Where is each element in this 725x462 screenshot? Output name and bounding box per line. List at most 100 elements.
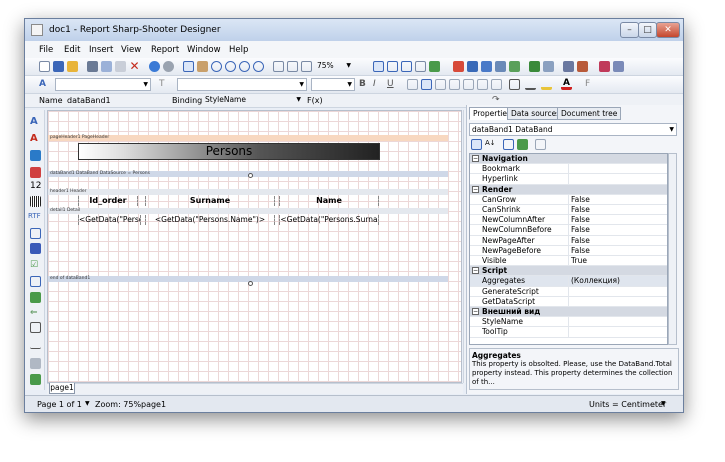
tree-icon[interactable] <box>429 61 440 72</box>
title-text[interactable]: Persons <box>78 143 380 160</box>
align-center-icon[interactable] <box>421 79 432 90</box>
font-combo[interactable]: ▼ <box>177 78 307 91</box>
property-grid[interactable]: − Navigation Bookmark Hyperlink − Render CanGr… <box>469 153 668 345</box>
crosstab-tool-icon[interactable] <box>30 228 41 239</box>
bold-icon[interactable]: B <box>359 79 370 90</box>
valign-top-icon[interactable] <box>463 79 474 90</box>
property-row[interactable]: CanGrow False <box>470 194 667 205</box>
property-row[interactable]: NewColumnBefore False <box>470 225 667 236</box>
tab-data-sources[interactable]: Data sources <box>507 107 565 120</box>
cut-icon[interactable] <box>87 61 98 72</box>
hand-icon[interactable] <box>197 61 208 72</box>
property-value[interactable]: (Коллекция) <box>568 276 667 287</box>
style-icon[interactable] <box>599 61 610 72</box>
property-category[interactable]: − Внешний вид <box>470 307 667 318</box>
zoom-out-icon[interactable] <box>239 61 250 72</box>
more-tools-icon[interactable] <box>30 358 41 369</box>
zoom-page-icon[interactable] <box>253 61 264 72</box>
script-icon[interactable] <box>509 61 520 72</box>
property-category[interactable]: − Navigation <box>470 154 667 165</box>
collapse-icon[interactable]: − <box>472 308 479 315</box>
font-color-icon[interactable]: A <box>561 79 572 90</box>
property-value[interactable]: False <box>568 245 667 256</box>
line-style-icon[interactable] <box>525 79 536 90</box>
zoom-icon[interactable] <box>211 61 222 72</box>
align-left-icon[interactable] <box>407 79 418 90</box>
property-value[interactable]: False <box>568 205 667 215</box>
property-row[interactable]: Hyperlink <box>470 174 667 185</box>
grid-icon[interactable] <box>373 61 384 72</box>
property-value[interactable] <box>568 174 667 185</box>
tab-document-tree[interactable]: Document tree <box>557 107 622 120</box>
checkbox-tool-icon[interactable]: ☑ <box>30 260 41 271</box>
subreport-tool-icon[interactable] <box>30 292 41 303</box>
alphabetical-icon[interactable]: A↓ <box>485 139 496 150</box>
paste-icon[interactable] <box>115 61 126 72</box>
help-icon[interactable] <box>613 61 624 72</box>
valign-middle-icon[interactable] <box>477 79 488 90</box>
property-row[interactable]: Visible True <box>470 256 667 267</box>
rich-text-tool-icon[interactable]: A <box>30 133 41 144</box>
print-icon[interactable] <box>563 61 574 72</box>
export-icon[interactable] <box>529 61 540 72</box>
zoom-combo[interactable]: 75% ▼ <box>315 60 353 73</box>
save-icon[interactable] <box>53 61 64 72</box>
properties-icon[interactable] <box>503 139 514 150</box>
new-icon[interactable] <box>39 61 50 72</box>
property-row[interactable]: GetDataScript <box>470 296 667 307</box>
status-zoom[interactable]: Zoom: 75% <box>95 400 141 409</box>
snap-icon[interactable] <box>387 61 398 72</box>
menu-file[interactable]: File <box>39 45 53 55</box>
name-field[interactable]: dataBand1 <box>67 96 111 105</box>
property-value[interactable] <box>568 317 667 328</box>
italic-icon[interactable]: I <box>373 79 384 90</box>
rtf-tool-icon[interactable]: RTF <box>28 212 41 223</box>
column-header-id-order[interactable]: Id_order <box>78 196 138 206</box>
data-icon[interactable] <box>467 61 478 72</box>
cell-get-data-id[interactable]: <GetData("Perso <box>78 215 141 225</box>
border-icon[interactable] <box>509 79 520 90</box>
barcode-tool-icon[interactable] <box>30 196 41 207</box>
database-icon[interactable] <box>481 61 492 72</box>
menu-edit[interactable]: Edit <box>64 45 80 55</box>
valign-bottom-icon[interactable] <box>491 79 502 90</box>
open-icon[interactable] <box>67 61 78 72</box>
wizard-icon[interactable] <box>495 61 506 72</box>
guides-icon[interactable] <box>415 61 426 72</box>
status-page[interactable]: Page 1 of 1 <box>37 400 82 409</box>
property-value[interactable]: False <box>568 225 667 236</box>
line-tool-icon[interactable] <box>30 338 41 349</box>
property-grid-scrollbar[interactable] <box>668 153 677 345</box>
property-value[interactable]: False <box>568 235 667 246</box>
page-header-band[interactable]: pageHeader1 PageHeader <box>48 135 448 141</box>
property-value[interactable] <box>568 286 667 297</box>
page-tab[interactable]: page1 <box>49 383 75 394</box>
property-value[interactable] <box>568 296 667 307</box>
menu-insert[interactable]: Insert <box>89 45 113 55</box>
property-row[interactable]: NewPageAfter False <box>470 235 667 246</box>
preview-icon[interactable] <box>543 61 554 72</box>
property-category[interactable]: − Render <box>470 184 667 195</box>
justify-icon[interactable] <box>449 79 460 90</box>
report-canvas[interactable]: pageHeader1 PageHeader Persons dataBand1… <box>47 110 462 383</box>
detail-band[interactable]: detail1 Detail <box>48 208 448 214</box>
style-combo[interactable]: ▼ <box>55 78 151 91</box>
page-icon[interactable] <box>273 61 284 72</box>
shape-tool-icon[interactable] <box>30 167 41 178</box>
collapse-icon[interactable]: − <box>472 155 479 162</box>
close-button[interactable]: ✕ <box>656 22 680 38</box>
property-row[interactable]: NewColumnAfter False <box>470 215 667 226</box>
underline-icon[interactable]: U <box>387 79 398 90</box>
clear-format-icon[interactable]: T <box>159 79 170 90</box>
menu-window[interactable]: Window <box>187 45 221 55</box>
copy-icon[interactable] <box>101 61 112 72</box>
report-settings-icon[interactable] <box>577 61 588 72</box>
fx-button[interactable]: F(x) <box>307 96 323 105</box>
maximize-button[interactable]: □ <box>638 22 657 38</box>
property-row[interactable]: GenerateScript <box>470 286 667 297</box>
property-row[interactable]: StyleName <box>470 317 667 328</box>
numeric-tool-icon[interactable]: 12 <box>30 181 41 192</box>
property-row[interactable]: Aggregates (Коллекция) <box>470 276 667 287</box>
status-units[interactable]: Units = Centimeter <box>589 400 666 409</box>
page-width-icon[interactable] <box>287 61 298 72</box>
